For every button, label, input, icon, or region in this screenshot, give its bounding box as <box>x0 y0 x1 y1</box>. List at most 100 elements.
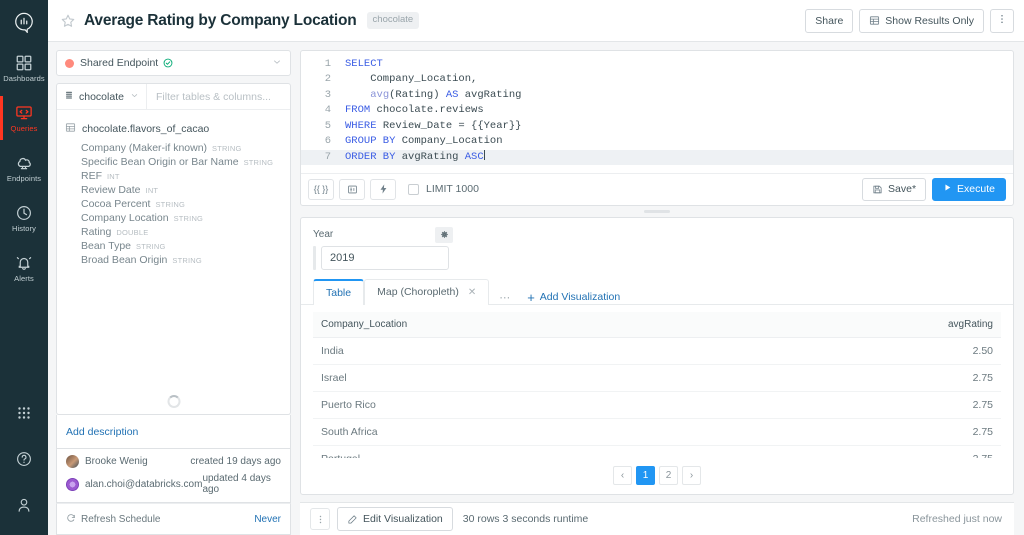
schema-column-type: STRING <box>244 158 274 167</box>
schema-column-row[interactable]: Specific Bean Origin or Bar NameSTRING <box>57 155 290 169</box>
runtime: 3 seconds runtime <box>502 513 588 525</box>
add-parameter-button[interactable]: {{ }} <box>308 179 334 200</box>
schema-column-name: Review Date <box>81 184 141 196</box>
content-body: Shared Endpoint <box>48 42 1024 535</box>
refresh-schedule-value[interactable]: Never <box>254 514 281 525</box>
limit-checkbox[interactable] <box>408 184 419 195</box>
endpoint-status-dot-icon <box>65 59 74 68</box>
parameter-year-input[interactable] <box>321 246 449 270</box>
horizontal-resize-handle-icon[interactable] <box>300 206 1014 217</box>
add-visualization-button[interactable]: + Add Visualization <box>521 291 626 304</box>
filter-tables-input[interactable] <box>147 84 291 109</box>
sql-editor[interactable]: 1 SELECT2 Company_Location,3 avg(Rating) … <box>301 51 1013 173</box>
line-number: 3 <box>309 88 331 103</box>
sql-line-text: SELECT <box>345 57 383 72</box>
schema-column-row[interactable]: REFINT <box>57 169 290 183</box>
sql-line: 3 avg(Rating) AS avgRating <box>301 88 1013 103</box>
table-row[interactable]: India2.50 <box>313 337 1001 364</box>
help-question-icon[interactable] <box>0 437 48 481</box>
schema-column-name: Company (Maker-if known) <box>81 142 207 154</box>
pagination-prev[interactable]: ‹ <box>613 466 632 485</box>
tab-map-choropleth[interactable]: Map (Choropleth) ✕ <box>364 279 489 305</box>
show-results-only-button[interactable]: Show Results Only <box>859 9 984 33</box>
line-number: 1 <box>309 57 331 72</box>
table-row[interactable]: Israel2.75 <box>313 364 1001 391</box>
meta-row: Brooke Wenig created 19 days ago <box>66 455 281 468</box>
creator-name: Brooke Wenig <box>85 456 148 467</box>
app-switcher-grid-icon[interactable] <box>0 391 48 435</box>
schema-column-row[interactable]: Bean TypeSTRING <box>57 239 290 253</box>
schema-column-row[interactable]: Company LocationSTRING <box>57 211 290 225</box>
schema-column-row[interactable]: Company (Maker-if known)STRING <box>57 141 290 155</box>
schema-column-list: Company (Maker-if known)STRINGSpecific B… <box>57 141 290 267</box>
query-tag[interactable]: chocolate <box>367 12 420 28</box>
sql-line-text: ORDER BY avgRating ASC <box>345 150 485 165</box>
sql-line-text: FROM chocolate.reviews <box>345 103 484 118</box>
header-more-button[interactable] <box>990 9 1014 33</box>
footer-more-button[interactable] <box>310 508 330 530</box>
results-table-body: India2.50Israel2.75Puerto Rico2.75South … <box>313 337 1001 458</box>
close-x-icon[interactable]: ✕ <box>468 287 476 298</box>
page-title: Average Rating by Company Location <box>84 12 357 30</box>
execute-button[interactable]: Execute <box>932 178 1006 201</box>
sidebar-item-history[interactable]: History <box>0 194 48 242</box>
schema-column-type: STRING <box>174 214 204 223</box>
endpoint-selector[interactable]: Shared Endpoint <box>56 50 291 76</box>
limit-1000-toggle[interactable]: LIMIT 1000 <box>408 183 479 195</box>
sql-line: 2 Company_Location, <box>301 72 1013 87</box>
table-row[interactable]: Puerto Rico2.75 <box>313 391 1001 418</box>
line-number: 7 <box>309 150 331 165</box>
parameter-accent-bar <box>313 246 316 270</box>
line-number: 6 <box>309 134 331 149</box>
endpoint-name: Shared Endpoint <box>80 57 158 69</box>
add-visualization-label: Add Visualization <box>540 291 620 303</box>
database-selector[interactable]: chocolate <box>57 84 147 109</box>
schema-column-row[interactable]: Review DateINT <box>57 183 290 197</box>
column-header-company-location[interactable]: Company_Location <box>313 312 657 338</box>
add-description-link[interactable]: Add description <box>66 426 138 438</box>
edit-pencil-icon <box>347 514 358 525</box>
save-button[interactable]: Save* <box>862 178 926 201</box>
sidebar-item-label: Dashboards <box>3 74 44 83</box>
star-outline-icon[interactable] <box>60 13 76 29</box>
table-cell: 2.75 <box>657 391 1001 418</box>
editor-results-panel: 1 SELECT2 Company_Location,3 avg(Rating) … <box>300 50 1014 535</box>
schema-column-row[interactable]: Cocoa PercentSTRING <box>57 197 290 211</box>
refresh-schedule-label: Refresh Schedule <box>81 514 161 525</box>
status-running-check-icon <box>163 58 173 68</box>
sidebar-item-label: Queries <box>11 124 38 133</box>
pagination-next[interactable]: › <box>682 466 701 485</box>
sql-line: 1 SELECT <box>301 57 1013 72</box>
schema-tree: chocolate.flavors_of_cacao Company (Make… <box>57 110 290 414</box>
table-cell: India <box>313 337 657 364</box>
schema-table-row[interactable]: chocolate.flavors_of_cacao <box>57 118 290 141</box>
text-cursor <box>484 150 485 160</box>
user-account-icon[interactable] <box>0 483 48 527</box>
table-cell: 2.50 <box>657 337 1001 364</box>
ellipsis-icon[interactable]: ⋯ <box>489 291 521 304</box>
column-header-avgrating[interactable]: avgRating <box>657 312 1001 338</box>
line-number: 2 <box>309 72 331 87</box>
tab-table[interactable]: Table <box>313 279 364 305</box>
pagination-page-2[interactable]: 2 <box>659 466 678 485</box>
table-row[interactable]: South Africa2.75 <box>313 418 1001 445</box>
sidebar-item-alerts[interactable]: Alerts <box>0 244 48 292</box>
gear-icon[interactable] <box>435 227 453 243</box>
lightning-autocomplete-button[interactable] <box>370 179 396 200</box>
sql-line: 7 ORDER BY avgRating ASC <box>301 150 1013 165</box>
edit-visualization-button[interactable]: Edit Visualization <box>337 507 453 531</box>
refresh-icon <box>66 510 76 528</box>
sidebar-item-queries[interactable]: Queries <box>0 94 48 142</box>
table-row[interactable]: Portugal2.75 <box>313 445 1001 458</box>
share-button[interactable]: Share <box>805 9 853 33</box>
sql-line-text: GROUP BY Company_Location <box>345 134 503 149</box>
sidebar-item-dashboards[interactable]: Dashboards <box>0 44 48 92</box>
schema-column-row[interactable]: RatingDOUBLE <box>57 225 290 239</box>
pagination-page-1[interactable]: 1 <box>636 466 655 485</box>
app-logo[interactable] <box>0 0 48 44</box>
results-card: Year <box>300 217 1014 495</box>
sidebar-item-endpoints[interactable]: Endpoints <box>0 144 48 192</box>
schema-column-row[interactable]: Broad Bean OriginSTRING <box>57 253 290 267</box>
refresh-schedule-row: Refresh Schedule Never <box>56 503 291 535</box>
format-sql-button[interactable] <box>339 179 365 200</box>
